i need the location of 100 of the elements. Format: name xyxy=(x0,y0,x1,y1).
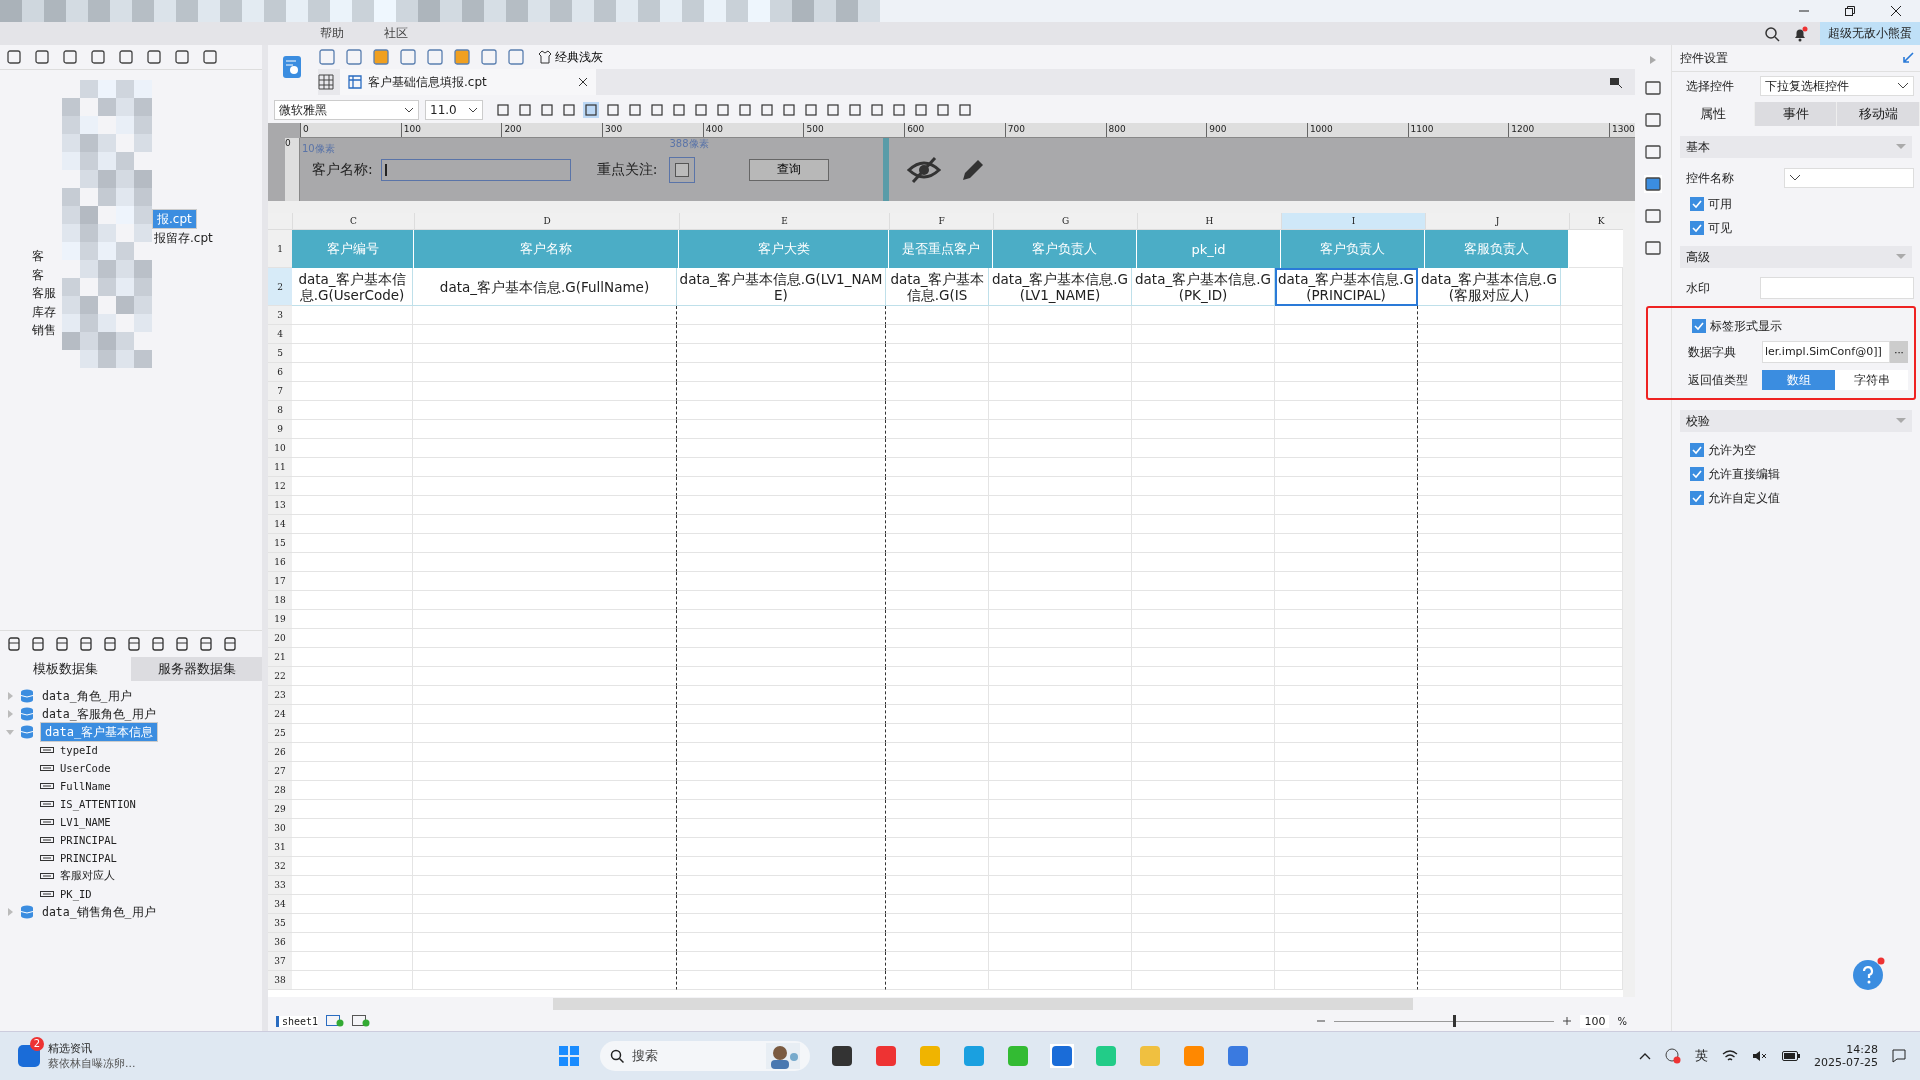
row-header[interactable]: 13 xyxy=(268,496,292,515)
toolbar-icon[interactable] xyxy=(30,636,46,652)
file-tree-item[interactable]: 客服 xyxy=(30,284,58,303)
row-header[interactable]: 36 xyxy=(268,933,292,952)
format-icon[interactable] xyxy=(627,102,643,118)
row-header[interactable]: 19 xyxy=(268,610,292,629)
format-icon[interactable] xyxy=(539,102,555,118)
field-item[interactable]: UserCode xyxy=(60,762,111,774)
toolbar-icon[interactable] xyxy=(6,49,22,65)
menu-item[interactable]: 帮助 xyxy=(320,25,344,42)
column-header[interactable]: I xyxy=(1281,213,1425,229)
row-header[interactable]: 24 xyxy=(268,705,292,724)
file-tab[interactable]: 客户基础信息填报.cpt xyxy=(340,69,596,95)
panel-icon[interactable] xyxy=(1644,143,1662,161)
wifi-icon[interactable] xyxy=(1722,1049,1739,1063)
close-icon[interactable] xyxy=(1890,5,1902,17)
sheet-tab[interactable]: sheet1 xyxy=(276,1015,319,1027)
row-header[interactable]: 37 xyxy=(268,952,292,971)
row-header[interactable]: 9 xyxy=(268,420,292,439)
field-item[interactable]: PK_ID xyxy=(60,888,92,900)
toolbar-icon[interactable] xyxy=(174,636,190,652)
notification-icon[interactable] xyxy=(1892,1049,1906,1063)
watermark-field[interactable] xyxy=(1760,277,1914,299)
field-item[interactable]: FullName xyxy=(60,780,111,792)
speaker-muted-icon[interactable] xyxy=(1752,1049,1769,1063)
column-header[interactable]: E xyxy=(679,213,889,229)
format-icon[interactable] xyxy=(957,102,973,118)
font-select[interactable]: 微软雅黑 xyxy=(274,100,419,120)
dataset-item[interactable]: data_客服角色_用户 xyxy=(40,706,158,722)
column-header[interactable]: J xyxy=(1425,213,1569,229)
column-header[interactable]: C xyxy=(292,213,414,229)
bell-icon[interactable] xyxy=(1792,25,1808,42)
row-header[interactable]: 10 xyxy=(268,439,292,458)
search-icon[interactable] xyxy=(1764,25,1780,42)
row-header[interactable]: 38 xyxy=(268,971,292,990)
toolbar-icon[interactable] xyxy=(202,49,218,65)
taskbar-app-icon[interactable] xyxy=(829,1044,854,1068)
toolbar-icon[interactable] xyxy=(150,636,166,652)
field-item[interactable]: PRINCIPAL xyxy=(60,852,117,864)
format-icon[interactable] xyxy=(825,102,841,118)
add-sheet-icon[interactable] xyxy=(326,1015,345,1027)
row-header[interactable]: 33 xyxy=(268,876,292,895)
format-icon[interactable] xyxy=(561,102,577,118)
input-language[interactable]: 英 xyxy=(1695,1047,1709,1065)
row-header[interactable]: 31 xyxy=(268,838,292,857)
row-header[interactable]: 20 xyxy=(268,629,292,648)
column-header[interactable]: D xyxy=(414,213,679,229)
dataset-item[interactable]: data_销售角色_用户 xyxy=(40,904,158,920)
section-header[interactable]: 基本 xyxy=(1680,136,1912,158)
row-header[interactable]: 15 xyxy=(268,534,292,553)
zoom-in-icon[interactable] xyxy=(1562,1016,1573,1026)
format-icon[interactable] xyxy=(649,102,665,118)
field-item[interactable]: PRINCIPAL xyxy=(60,834,117,846)
row-header[interactable]: 22 xyxy=(268,667,292,686)
format-icon[interactable] xyxy=(759,102,775,118)
toolbar-icon[interactable] xyxy=(453,48,471,66)
font-size-select[interactable]: 11.0 xyxy=(425,100,483,120)
row-header[interactable]: 21 xyxy=(268,648,292,667)
field-item[interactable]: IS_ATTENTION xyxy=(60,798,136,810)
format-icon[interactable] xyxy=(495,102,511,118)
toolbar-icon[interactable] xyxy=(146,49,162,65)
panel-icon[interactable] xyxy=(1644,111,1662,129)
format-icon[interactable] xyxy=(693,102,709,118)
panel-icon[interactable] xyxy=(1644,79,1662,97)
news-headline[interactable]: 蔡依林自曝冻卵... xyxy=(48,1056,136,1071)
row-header[interactable]: 8 xyxy=(268,401,292,420)
clock-time[interactable]: 14:28 xyxy=(1846,1043,1878,1056)
row-header[interactable]: 3 xyxy=(268,306,292,325)
checkbox[interactable] xyxy=(1690,197,1704,211)
file-tree-item[interactable]: 销售 xyxy=(30,320,58,340)
customer-name-field[interactable] xyxy=(380,158,571,181)
column-header[interactable]: F xyxy=(889,213,993,229)
toolbar-icon[interactable] xyxy=(126,636,142,652)
format-icon[interactable] xyxy=(517,102,533,118)
toolbar-icon[interactable] xyxy=(198,636,214,652)
row-header[interactable]: 12 xyxy=(268,477,292,496)
format-icon[interactable] xyxy=(671,102,687,118)
theme-button[interactable]: 经典浅灰 xyxy=(534,48,607,66)
zoom-field[interactable]: 100 xyxy=(1580,1014,1610,1028)
format-icon[interactable] xyxy=(891,102,907,118)
eye-slash-icon[interactable] xyxy=(907,155,942,184)
user-name[interactable]: 超级无敌小熊蛋 xyxy=(1820,22,1920,45)
row-header[interactable]: 14 xyxy=(268,515,292,534)
checkbox[interactable] xyxy=(1690,467,1704,481)
settings-tab[interactable]: 事件 xyxy=(1754,102,1838,126)
row-header[interactable]: 26 xyxy=(268,743,292,762)
chevron-up-icon[interactable] xyxy=(1639,1052,1652,1060)
row-header[interactable]: 25 xyxy=(268,724,292,743)
row-header[interactable]: 7 xyxy=(268,382,292,401)
row-header[interactable]: 6 xyxy=(268,363,292,382)
row-header[interactable]: 28 xyxy=(268,781,292,800)
row-header[interactable]: 1 xyxy=(268,230,292,268)
field-item[interactable]: 客服对应人 xyxy=(60,869,115,883)
row-header[interactable]: 32 xyxy=(268,857,292,876)
toolbar-icon[interactable] xyxy=(54,636,70,652)
toolbar-icon[interactable] xyxy=(62,49,78,65)
start-icon[interactable] xyxy=(557,1045,580,1067)
checkbox[interactable] xyxy=(1690,491,1704,505)
toolbar-icon[interactable] xyxy=(34,49,50,65)
dataset-tab[interactable]: 服务器数据集 xyxy=(131,657,262,681)
